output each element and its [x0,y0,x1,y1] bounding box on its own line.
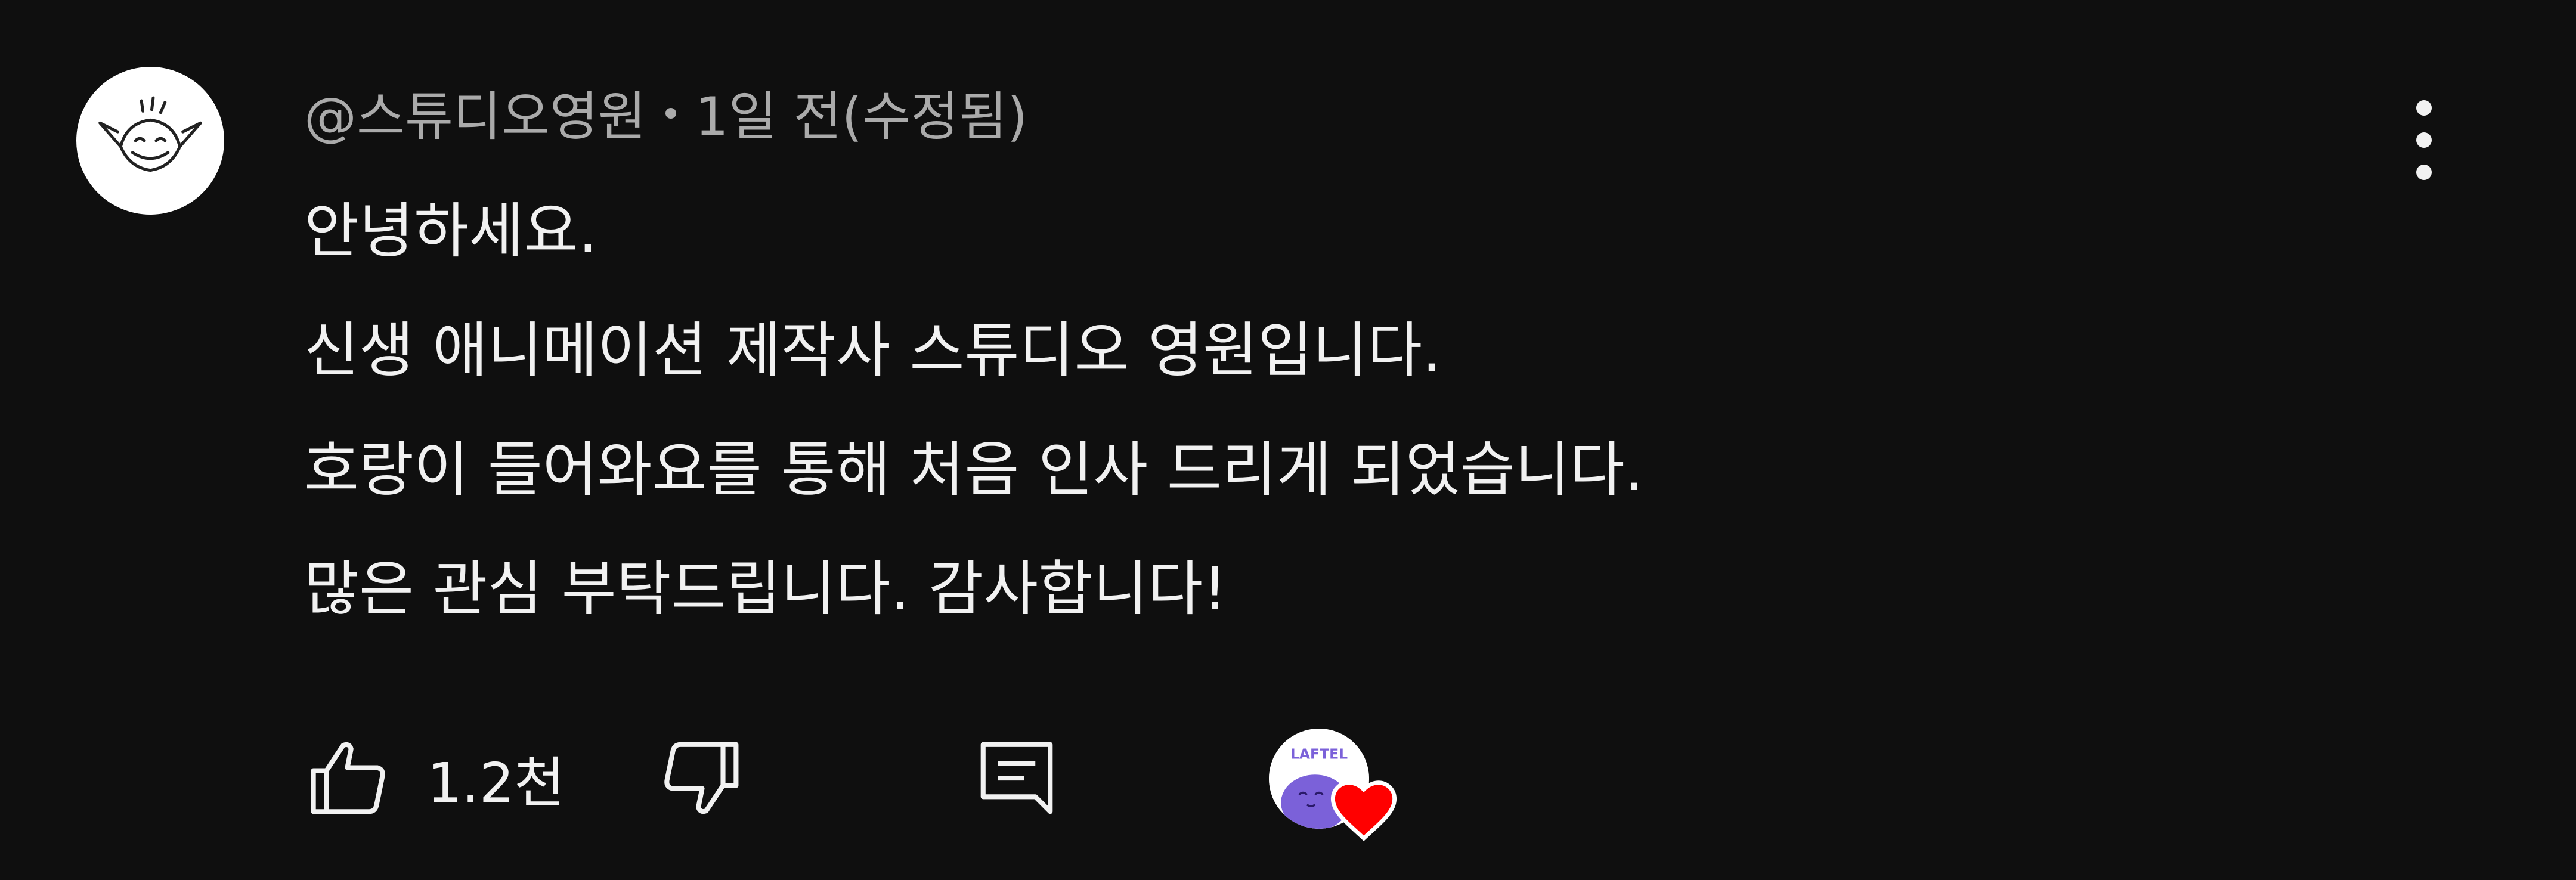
thumbs-down-icon [664,742,739,814]
comment-meta: @스튜디오영원 1일 전 (수정됨) [304,76,1027,148]
more-vert-icon-dot [2416,132,2432,148]
meta-separator-dot [665,108,676,119]
comment-action-bar: 1.2천 LAFTEL [304,727,1497,841]
comment-thread: @스튜디오영원 1일 전 (수정됨) 안녕하세요. 신생 애니메이션 제작사 스… [0,0,2576,880]
comment-text-line: 신생 애니메이션 제작사 스튜디오 영원입니다. [304,315,1441,385]
comment-menu-button[interactable] [2391,95,2457,185]
goblin-avatar-icon [98,96,202,172]
like-count: 1.2천 [427,751,565,815]
more-vert-icon [2416,100,2432,116]
thumbs-up-icon [311,742,385,814]
like-button[interactable]: 1.2천 [304,727,565,829]
comment-text-line: 안녕하세요. [304,196,597,266]
author-name[interactable]: @스튜디오영원 [304,75,646,150]
comment-time[interactable]: 1일 전 [695,75,842,150]
creator-heart-badge[interactable]: LAFTEL [1269,727,1412,841]
heart-icon [1330,780,1397,841]
more-vert-icon-dot [2416,165,2432,180]
comment-text-line: 호랑이 들어와요를 통해 처음 인사 드리게 되었습니다. [304,435,1644,504]
comment-text-line: 많은 관심 부탁드립니다. 감사합니다! [304,554,1227,624]
reply-button[interactable] [972,727,1061,829]
author-avatar[interactable] [76,67,224,215]
creator-badge-text: LAFTEL [1290,745,1348,762]
edited-label: (수정됨) [841,85,1028,147]
comment-icon [980,742,1053,814]
dislike-button[interactable] [656,727,745,829]
